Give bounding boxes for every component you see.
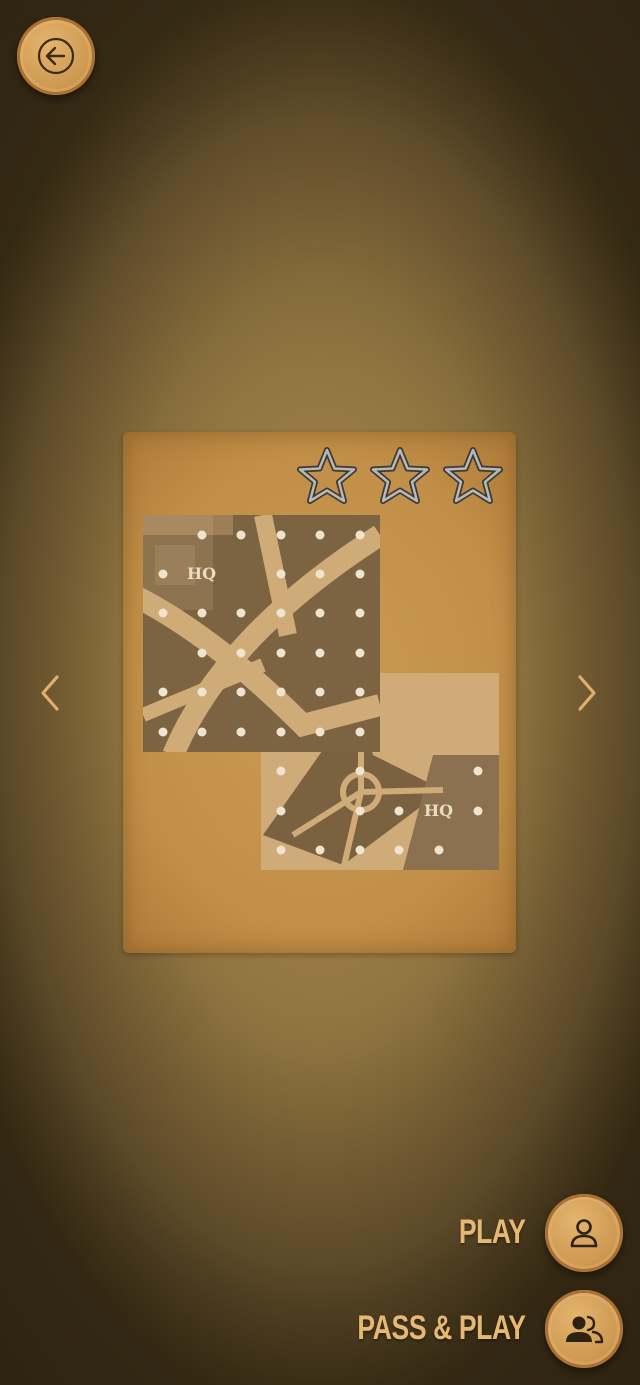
pass-and-play-label[interactable]: PASS & PLAY (358, 1309, 527, 1348)
arrow-left-icon (37, 37, 75, 75)
hq-label-top: HQ (187, 564, 216, 583)
next-level-button[interactable] (567, 663, 607, 723)
previous-level-button[interactable] (30, 663, 70, 723)
single-user-icon (570, 1219, 598, 1248)
chevron-left-icon (41, 675, 59, 711)
pass-and-play-button[interactable] (545, 1290, 623, 1368)
back-button[interactable] (17, 17, 95, 95)
star-icon (297, 447, 357, 504)
chevron-right-icon (578, 675, 596, 711)
star-icon (443, 447, 503, 504)
two-users-icon (566, 1315, 604, 1344)
play-button[interactable] (545, 1194, 623, 1272)
play-label[interactable]: PLAY (459, 1213, 526, 1252)
map-region-top (143, 515, 380, 752)
star-icon (370, 447, 430, 504)
hq-label-bottom: HQ (424, 801, 453, 820)
star-rating (296, 446, 504, 508)
level-map-preview: HQ HQ (143, 515, 499, 870)
